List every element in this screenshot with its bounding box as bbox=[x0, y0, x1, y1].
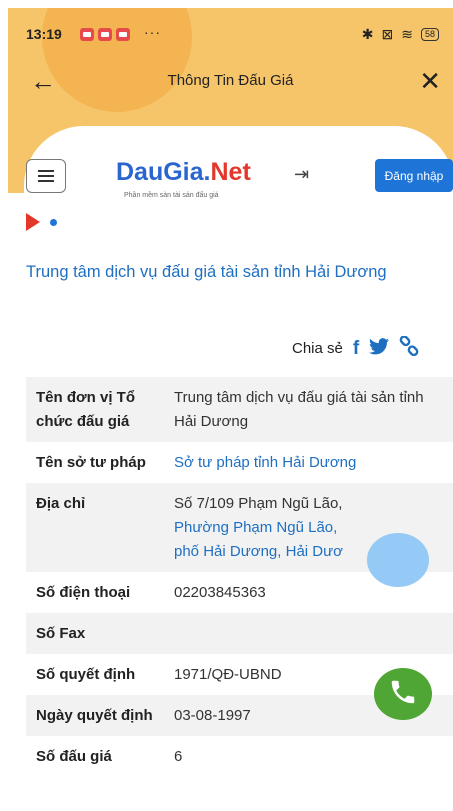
login-button[interactable]: Đăng nhập bbox=[375, 159, 453, 192]
phone-label: Số điện thoại bbox=[36, 584, 131, 601]
call-button[interactable] bbox=[374, 668, 432, 720]
site-logo[interactable]: DauGia.Net bbox=[116, 158, 251, 186]
site-header: DauGia.Net Phần mềm sàn tài sản đấu giá … bbox=[8, 8, 453, 213]
share-bar: Chia sẻ f bbox=[292, 335, 419, 361]
home-marker-icon[interactable] bbox=[26, 213, 40, 231]
dept-label: Tên sở tư pháp bbox=[36, 454, 146, 471]
decision-date-label: Ngày quyết định bbox=[26, 695, 164, 736]
link-icon[interactable] bbox=[399, 335, 419, 361]
breadcrumb-dot bbox=[50, 219, 57, 226]
address-city-link[interactable]: phố Hải Dương, bbox=[174, 543, 281, 560]
org-value: Trung tâm dịch vụ đấu giá tài sản tỉnh H… bbox=[164, 377, 453, 442]
share-label: Chia sẻ bbox=[292, 340, 343, 357]
address-ward-link[interactable]: Phường Phạm Ngũ Lão, bbox=[174, 519, 337, 536]
decision-label: Số quyết định bbox=[36, 666, 136, 683]
address-province-link[interactable]: Hải Dươ bbox=[286, 543, 343, 560]
login-icon[interactable]: ⇥ bbox=[294, 164, 309, 185]
fax-label: Số Fax bbox=[26, 613, 164, 654]
auction-count-value: 6 bbox=[174, 748, 183, 765]
twitter-icon[interactable] bbox=[369, 337, 390, 360]
address-label: Địa chỉ bbox=[26, 483, 164, 572]
floating-touch-button[interactable] bbox=[367, 533, 429, 587]
auction-count-label: Số đấu giá bbox=[36, 748, 112, 765]
table-row: Số đấu giá 6 bbox=[26, 736, 453, 777]
phone-icon bbox=[388, 677, 418, 712]
dept-link[interactable]: Sở tư pháp tỉnh Hải Dương bbox=[174, 454, 356, 471]
table-row: Tên đơn vị Tổ chức đấu giá Trung tâm dịc… bbox=[26, 377, 453, 442]
org-label: Tên đơn vị Tổ chức đấu giá bbox=[26, 377, 164, 442]
fax-value bbox=[164, 613, 453, 654]
address-street: Số 7/109 Phạm Ngũ Lão, bbox=[174, 495, 343, 512]
table-row: Số Fax bbox=[26, 613, 453, 654]
table-row: Tên sở tư pháp Sở tư pháp tỉnh Hải Dương bbox=[26, 442, 453, 483]
menu-icon[interactable] bbox=[26, 159, 66, 193]
page-title: Trung tâm dịch vụ đấu giá tài sản tỉnh H… bbox=[26, 263, 387, 281]
app-screen: 13:19 ··· ✱ ⊠ ≋ 58 ← Thông Tin Đấu Giá ✕… bbox=[8, 8, 453, 811]
facebook-icon[interactable]: f bbox=[353, 338, 359, 360]
site-tagline: Phần mềm sàn tài sản đấu giá bbox=[124, 192, 219, 199]
